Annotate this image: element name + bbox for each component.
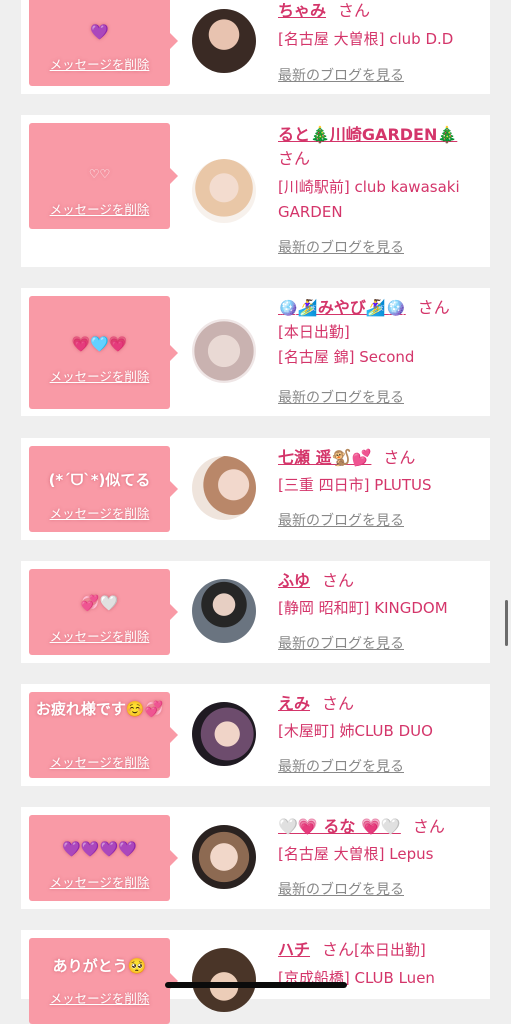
shop-info: [名古屋 大曽根] Lepus (278, 845, 434, 863)
latest-blog-link[interactable]: 最新のブログを見る (278, 387, 404, 407)
delete-message-link[interactable]: メッセージを削除 (29, 626, 170, 645)
cast-name-link[interactable]: 七瀬 遥🐒💕 (278, 448, 371, 467)
cast-name-link[interactable]: えみ (278, 694, 310, 713)
delete-message-link[interactable]: メッセージを削除 (29, 199, 170, 218)
message-card: 💗🩵💗 メッセージを削除 🪩🏄‍♀️みやび🏄‍♀️🪩 さん [本日出勤] [名古屋… (21, 288, 490, 416)
avatar[interactable] (192, 825, 256, 889)
cast-name-link[interactable]: ちゃみ (278, 1, 326, 20)
cast-name-link[interactable]: ると🎄川崎GARDEN🎄 (278, 125, 457, 144)
avatar[interactable] (192, 9, 256, 73)
message-card: (*ˊᗜˋ*)似てる メッセージを削除 七瀬 遥🐒💕 さん [三重 四日市] PL… (21, 438, 490, 540)
cast-name-link[interactable]: 🪩🏄‍♀️みやび🏄‍♀️🪩 (278, 298, 406, 317)
honorific-label: さん (322, 571, 355, 590)
message-card: ♡♡ メッセージを削除 ると🎄川崎GARDEN🎄 さん [川崎駅前] club … (21, 115, 490, 267)
delete-message-link[interactable]: メッセージを削除 (29, 988, 170, 1007)
avatar[interactable] (192, 579, 256, 643)
honorific-label: さん (278, 149, 311, 168)
cast-name-link[interactable]: ハチ (278, 940, 310, 959)
message-card: 💜 メッセージを削除 ちゃみ さん [名古屋 大曽根] club D.D 最新のブ… (21, 0, 490, 94)
latest-blog-link[interactable]: 最新のブログを見る (278, 237, 404, 257)
message-text: 💜 (90, 23, 109, 41)
cast-name-link[interactable]: ふゆ (278, 571, 310, 590)
honorific-label: さん (412, 817, 445, 836)
shop-info: [名古屋 大曽根] club D.D (278, 30, 454, 48)
latest-blog-link[interactable]: 最新のブログを見る (278, 633, 404, 653)
delete-message-link[interactable]: メッセージを削除 (29, 54, 170, 73)
message-bubble: ♡♡ メッセージを削除 (29, 123, 178, 229)
shop-info: [静岡 昭和町] KINGDOM (278, 599, 448, 617)
shop-info: [名古屋 錦] Second (278, 348, 415, 366)
message-text: ありがとう🥺 (52, 957, 147, 975)
latest-blog-link[interactable]: 最新のブログを見る (278, 879, 404, 899)
delete-message-link[interactable]: メッセージを削除 (29, 872, 170, 891)
message-card: お疲れ様です☺️💞 メッセージを削除 えみ さん [木屋町] 姉CLUB DUO … (21, 684, 490, 786)
avatar[interactable] (192, 702, 256, 766)
message-text: 💞🤍 (80, 594, 119, 612)
message-bubble: 💞🤍 メッセージを削除 (29, 569, 178, 655)
message-text: 💗🩵💗 (71, 335, 128, 353)
shop-info-continued: GARDEN (278, 203, 343, 221)
avatar[interactable] (192, 456, 256, 520)
message-card: 💞🤍 メッセージを削除 ふゆ さん [静岡 昭和町] KINGDOM 最新のブログ… (21, 561, 490, 663)
honorific-label: さん (383, 448, 416, 467)
avatar[interactable] (192, 319, 256, 383)
message-card: 💜💜💜💜 メッセージを削除 🤍💗 るな 💗🤍 さん [名古屋 大曽根] Lepus… (21, 807, 490, 909)
delete-message-link[interactable]: メッセージを削除 (29, 503, 170, 522)
honorific-label: さん (322, 940, 355, 959)
attendance-status: [本日出勤] (354, 941, 426, 959)
latest-blog-link[interactable]: 最新のブログを見る (278, 65, 404, 85)
honorific-label: さん (338, 1, 371, 20)
message-text: ♡♡ (88, 167, 111, 181)
cast-name-link[interactable]: 🤍💗 るな 💗🤍 (278, 817, 401, 836)
honorific-label: さん (417, 298, 450, 317)
message-card: ありがとう🥺 メッセージを削除 ハチ さん[本日出勤] [京成船橋] CLUB L… (21, 930, 490, 1024)
message-bubble: 💜💜💜💜 メッセージを削除 (29, 815, 178, 901)
shop-info: [木屋町] 姉CLUB DUO (278, 722, 433, 740)
message-text: お疲れ様です☺️💞 (35, 700, 164, 718)
shop-info: [川崎駅前] club kawasaki (278, 178, 460, 196)
message-text: 💜💜💜💜 (62, 840, 137, 858)
message-bubble: ありがとう🥺 メッセージを削除 (29, 938, 178, 1024)
message-bubble: お疲れ様です☺️💞 メッセージを削除 (29, 692, 178, 778)
latest-blog-link[interactable]: 最新のブログを見る (278, 510, 404, 530)
message-bubble: 💜 メッセージを削除 (29, 0, 178, 86)
delete-message-link[interactable]: メッセージを削除 (29, 366, 170, 385)
message-bubble: 💗🩵💗 メッセージを削除 (29, 296, 178, 409)
attendance-status: [本日出勤] (278, 323, 350, 341)
latest-blog-link[interactable]: 最新のブログを見る (278, 756, 404, 776)
home-indicator[interactable] (165, 982, 347, 988)
honorific-label: さん (322, 694, 355, 713)
avatar[interactable] (192, 948, 256, 1012)
delete-message-link[interactable]: メッセージを削除 (29, 752, 170, 771)
avatar[interactable] (192, 159, 256, 223)
message-text: (*ˊᗜˋ*)似てる (48, 471, 151, 489)
message-bubble: (*ˊᗜˋ*)似てる メッセージを削除 (29, 446, 178, 532)
shop-info: [三重 四日市] PLUTUS (278, 476, 432, 494)
scrollbar[interactable] (505, 600, 508, 646)
